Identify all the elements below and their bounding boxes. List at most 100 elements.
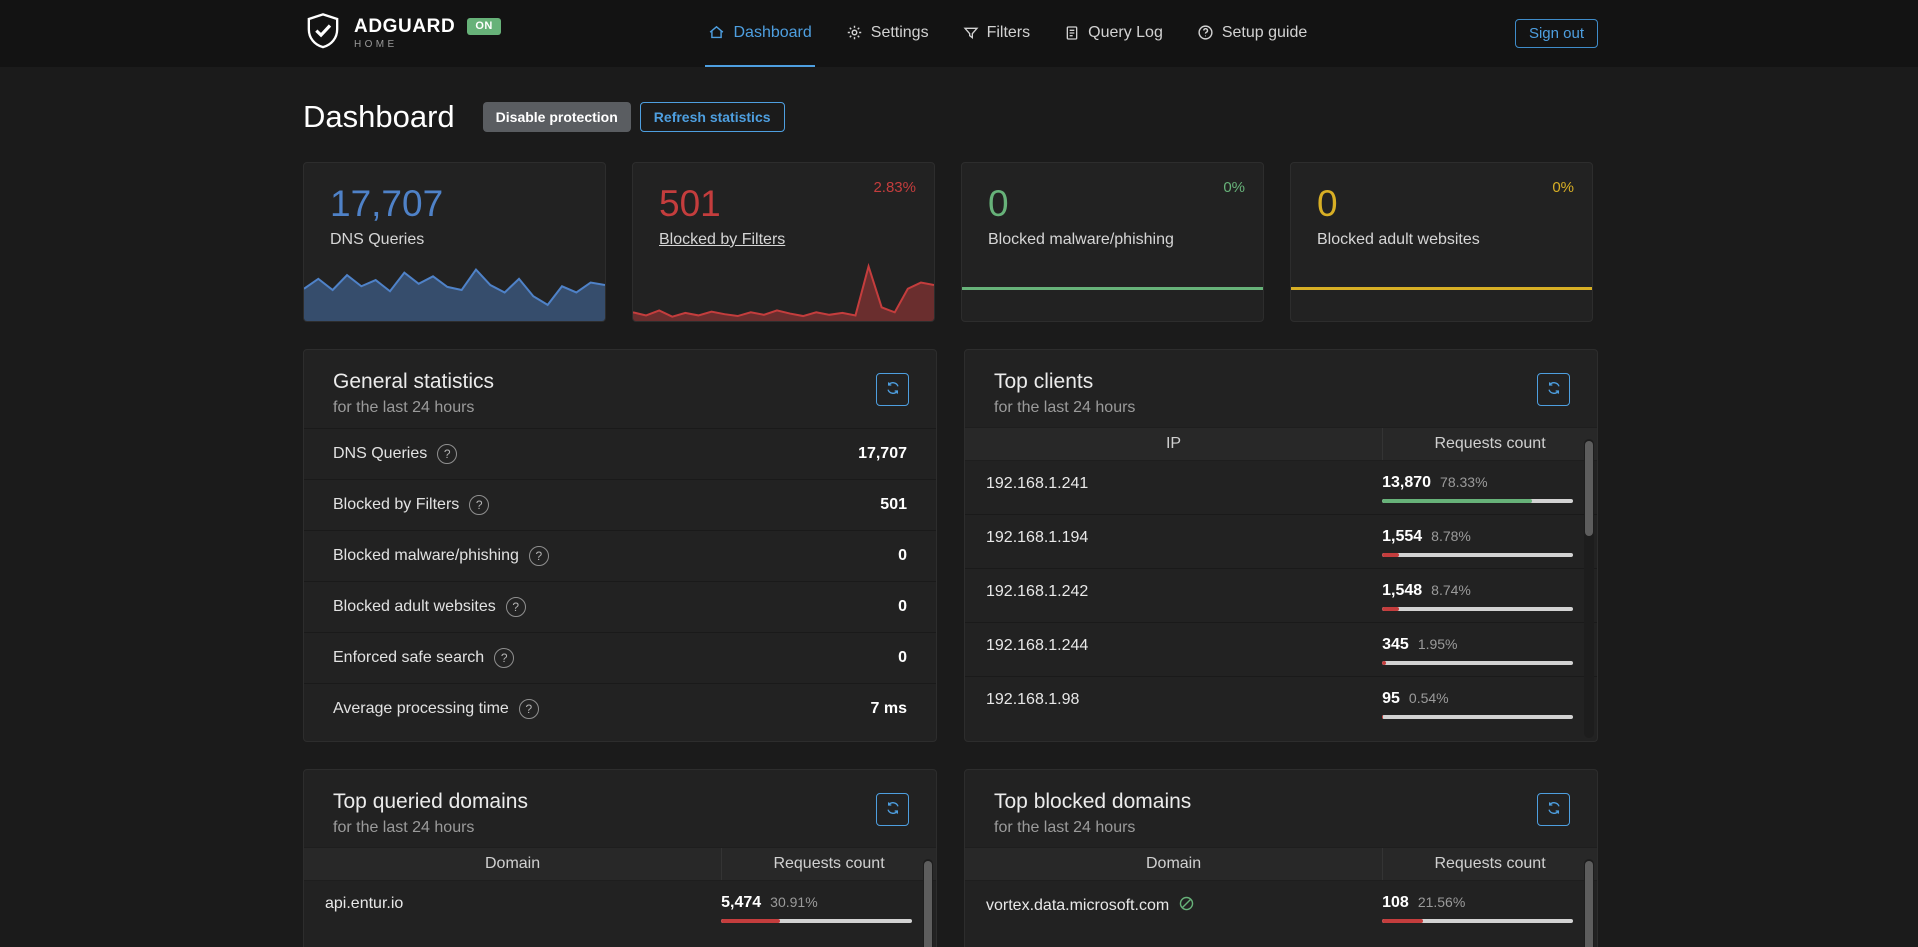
table-header: IP Requests count bbox=[965, 427, 1597, 461]
request-count: 345 bbox=[1382, 636, 1409, 654]
client-row[interactable]: 192.168.1.98 95 0.54% bbox=[965, 677, 1597, 731]
request-count: 1,554 bbox=[1382, 528, 1422, 546]
client-ip: 192.168.1.244 bbox=[986, 637, 1088, 655]
request-percent: 8.78% bbox=[1431, 528, 1471, 544]
refresh-statistics-button[interactable]: Refresh statistics bbox=[640, 102, 785, 132]
request-percent: 30.91% bbox=[770, 894, 817, 910]
request-percent: 8.74% bbox=[1431, 582, 1471, 598]
stat-card-blocked-by-filters: 501 Blocked by Filters 2.83% bbox=[632, 162, 935, 322]
stat-row-label: Average processing time bbox=[333, 700, 509, 718]
adguard-shield-logo-icon bbox=[303, 11, 343, 56]
nav-item-setup-guide[interactable]: Setup guide bbox=[1194, 0, 1310, 67]
nav-label: Settings bbox=[871, 24, 929, 42]
refresh-icon bbox=[885, 380, 901, 399]
stat-row-value: 0 bbox=[898, 598, 907, 616]
refresh-card-button[interactable] bbox=[1537, 373, 1570, 406]
progress-bar bbox=[1382, 919, 1573, 923]
client-row[interactable]: 192.168.1.244 345 1.95% bbox=[965, 623, 1597, 677]
stat-row-label: DNS Queries bbox=[333, 445, 427, 463]
scrollbar[interactable] bbox=[923, 859, 933, 947]
top-queried-subtitle: for the last 24 hours bbox=[333, 819, 866, 837]
brand-subtitle: HOME bbox=[354, 40, 501, 50]
filter-funnel-icon bbox=[963, 25, 979, 41]
blocked-malware-sparkline bbox=[962, 259, 1263, 321]
column-header-domain: Domain bbox=[965, 855, 1382, 873]
page-title: Dashboard bbox=[303, 99, 455, 135]
table-header: Domain Requests count bbox=[304, 847, 936, 881]
request-count: 108 bbox=[1382, 894, 1409, 912]
nav-item-dashboard[interactable]: Dashboard bbox=[705, 0, 814, 67]
blocked-adult-sparkline bbox=[1291, 259, 1592, 321]
top-queried-title: Top queried domains bbox=[333, 790, 866, 814]
progress-bar bbox=[721, 919, 912, 923]
refresh-card-button[interactable] bbox=[876, 373, 909, 406]
request-count: 1,548 bbox=[1382, 582, 1422, 600]
general-stat-row: Blocked by Filters? 501 bbox=[304, 479, 936, 530]
brand-name: ADGUARD bbox=[354, 17, 455, 36]
nav-item-query-log[interactable]: Query Log bbox=[1061, 0, 1166, 67]
dns-queries-label: DNS Queries bbox=[330, 231, 583, 249]
dashboard-icon bbox=[708, 24, 725, 41]
scrollbar-thumb[interactable] bbox=[1585, 441, 1593, 536]
scrollbar-thumb[interactable] bbox=[1585, 861, 1593, 947]
disable-protection-button[interactable]: Disable protection bbox=[483, 102, 631, 132]
general-stat-row: Average processing time? 7 ms bbox=[304, 683, 936, 734]
progress-bar bbox=[1382, 553, 1573, 557]
scrollbar-thumb[interactable] bbox=[924, 861, 932, 947]
progress-bar bbox=[1382, 499, 1573, 503]
blocked-malware-percent: 0% bbox=[1223, 179, 1245, 196]
progress-bar bbox=[1382, 715, 1573, 719]
stat-row-value: 0 bbox=[898, 649, 907, 667]
stat-card-blocked-adult: 0 Blocked adult websites 0% bbox=[1290, 162, 1593, 322]
scrollbar[interactable] bbox=[1584, 859, 1594, 947]
domain-row[interactable]: api.entur.io 5,474 30.91% bbox=[304, 881, 936, 937]
question-mark-icon[interactable]: ? bbox=[519, 699, 539, 719]
stat-card-blocked-malware: 0 Blocked malware/phishing 0% bbox=[961, 162, 1264, 322]
nav-item-settings[interactable]: Settings bbox=[843, 0, 932, 67]
general-stat-row: Blocked adult websites? 0 bbox=[304, 581, 936, 632]
question-mark-icon[interactable]: ? bbox=[437, 444, 457, 464]
stat-row-value: 17,707 bbox=[858, 445, 907, 463]
refresh-icon bbox=[885, 800, 901, 819]
domain-row[interactable]: vortex.data.microsoft.com 108 21.56% bbox=[965, 881, 1597, 937]
column-header-domain: Domain bbox=[304, 855, 721, 873]
general-stat-row: DNS Queries? 17,707 bbox=[304, 428, 936, 479]
nav-label: Setup guide bbox=[1222, 24, 1307, 42]
stat-cards-row: 17,707 DNS Queries 501 Blocked by Filter… bbox=[303, 162, 1598, 322]
refresh-card-button[interactable] bbox=[876, 793, 909, 826]
stat-row-value: 501 bbox=[880, 496, 907, 514]
general-stat-row: Enforced safe search? 0 bbox=[304, 632, 936, 683]
stat-row-label: Blocked by Filters bbox=[333, 496, 459, 514]
blocked-tracker-icon[interactable] bbox=[1178, 895, 1195, 917]
progress-bar bbox=[1382, 607, 1573, 611]
stat-row-value: 7 ms bbox=[871, 700, 907, 718]
scrollbar[interactable] bbox=[1584, 439, 1594, 738]
top-navbar: ADGUARD ON HOME Dashboard bbox=[0, 0, 1918, 67]
domain-name: api.entur.io bbox=[325, 895, 403, 913]
refresh-icon bbox=[1546, 380, 1562, 399]
top-blocked-title: Top blocked domains bbox=[994, 790, 1527, 814]
client-row[interactable]: 192.168.1.194 1,554 8.78% bbox=[965, 515, 1597, 569]
question-mark-icon[interactable]: ? bbox=[469, 495, 489, 515]
nav-label: Filters bbox=[987, 24, 1031, 42]
client-row[interactable]: 192.168.1.241 13,870 78.33% bbox=[965, 461, 1597, 515]
refresh-card-button[interactable] bbox=[1537, 793, 1570, 826]
blocked-adult-value: 0 bbox=[1317, 185, 1570, 224]
stat-row-label: Blocked malware/phishing bbox=[333, 547, 519, 565]
request-percent: 78.33% bbox=[1440, 474, 1487, 490]
top-clients-title: Top clients bbox=[994, 370, 1527, 394]
blocked-filters-sparkline bbox=[633, 259, 934, 321]
client-row[interactable]: 192.168.1.242 1,548 8.74% bbox=[965, 569, 1597, 623]
request-count: 5,474 bbox=[721, 894, 761, 912]
question-mark-icon[interactable]: ? bbox=[529, 546, 549, 566]
request-percent: 1.95% bbox=[1418, 636, 1458, 652]
blocked-filters-link[interactable]: Blocked by Filters bbox=[659, 231, 912, 249]
question-mark-icon[interactable]: ? bbox=[494, 648, 514, 668]
nav-item-filters[interactable]: Filters bbox=[960, 0, 1034, 67]
question-mark-icon[interactable]: ? bbox=[506, 597, 526, 617]
sign-out-button[interactable]: Sign out bbox=[1515, 19, 1598, 48]
blocked-malware-label: Blocked malware/phishing bbox=[988, 231, 1241, 249]
client-ip: 192.168.1.194 bbox=[986, 529, 1088, 547]
request-count: 13,870 bbox=[1382, 474, 1431, 492]
table-header: Domain Requests count bbox=[965, 847, 1597, 881]
